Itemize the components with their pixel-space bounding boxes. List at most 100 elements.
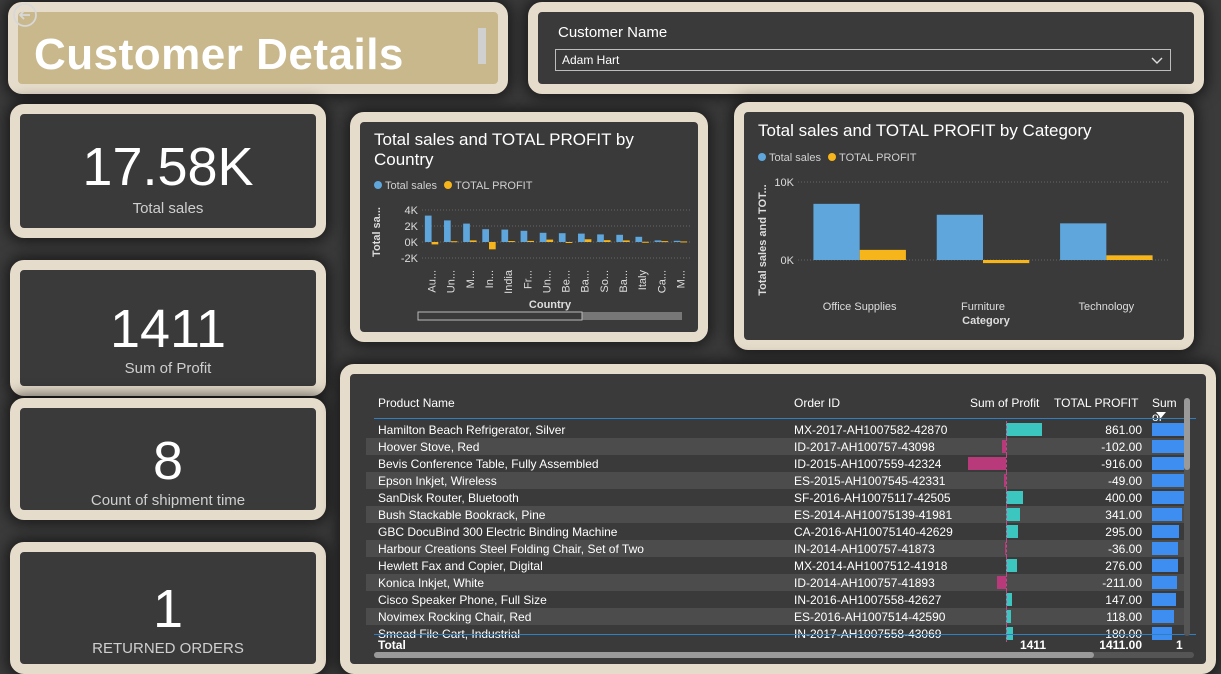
country-bar-chart[interactable]: 4K 2K 0K -2K Total sa... Au... Un... M... In... I… bbox=[360, 122, 698, 332]
x-tick-label: Technology bbox=[1079, 301, 1135, 313]
table-row[interactable]: Harbour Creations Steel Folding Chair, S… bbox=[366, 540, 1186, 557]
bar-sales bbox=[463, 223, 470, 242]
bar-profit bbox=[661, 241, 668, 243]
bar-profit bbox=[527, 240, 534, 242]
bar-sales bbox=[539, 232, 547, 242]
back-arrow-icon[interactable] bbox=[12, 2, 38, 28]
table-row[interactable]: Bevis Conference Table, Fully Assembled I… bbox=[366, 455, 1188, 472]
table-row[interactable]: Cisco Speaker Phone, Full Size IN-2016-AH… bbox=[366, 591, 1186, 608]
total-label: Total bbox=[378, 638, 406, 652]
bar-sales bbox=[520, 230, 528, 242]
profit-zero-line bbox=[1006, 472, 1007, 489]
x-tick-label: In... bbox=[484, 270, 496, 288]
cell-product-name: Konica Inkjet, White bbox=[378, 576, 485, 590]
cell-product-name: Hamilton Beach Refrigerator, Silver bbox=[378, 423, 566, 437]
cell-total-profit: 400.00 bbox=[1105, 491, 1142, 505]
bar-profit bbox=[859, 249, 906, 260]
kpi-value: 1411 bbox=[109, 299, 227, 359]
header-total-profit[interactable]: TOTAL PROFIT bbox=[1054, 396, 1138, 416]
kpi-total-sales: 17.58K Total sales bbox=[10, 104, 326, 238]
category-bar-chart[interactable]: 10K 0K Total sales and TOT... Office Suppli… bbox=[744, 112, 1184, 340]
table-row[interactable]: Hoover Stove, Red ID-2017-AH100757-43098 -… bbox=[366, 438, 1190, 455]
table-row[interactable]: Konica Inkjet, White ID-2014-AH100757-418… bbox=[366, 574, 1186, 591]
x-tick-label: Au... bbox=[427, 270, 439, 293]
x-tick-label: Ba... bbox=[580, 270, 592, 293]
scroll-thumb[interactable] bbox=[374, 652, 1094, 658]
sales-data-bar bbox=[1152, 508, 1182, 521]
bar-sales bbox=[482, 229, 489, 242]
profit-data-bar bbox=[997, 576, 1006, 589]
cell-total-profit: 276.00 bbox=[1105, 559, 1142, 573]
cell-order-id: ID-2014-AH100757-41893 bbox=[794, 576, 935, 590]
profit-zero-line bbox=[1006, 557, 1007, 574]
total-sum-of-sales: 1 bbox=[1176, 638, 1183, 652]
profit-zero-line bbox=[1006, 608, 1007, 625]
cell-product-name: Bevis Conference Table, Fully Assembled bbox=[378, 457, 599, 471]
table-row[interactable]: Hamilton Beach Refrigerator, Silver MX-20… bbox=[366, 421, 1190, 438]
category-chart-card: Total sales and TOTAL PROFIT by Category… bbox=[734, 102, 1194, 350]
header-sum-of-profit[interactable]: Sum of Profit bbox=[970, 396, 1039, 416]
product-table-card: Product Name Order ID Sum of Profit TOTA… bbox=[340, 364, 1216, 674]
cell-product-name: GBC DocuBind 300 Electric Binding Machin… bbox=[378, 525, 618, 539]
cell-total-profit: -36.00 bbox=[1107, 542, 1142, 556]
bar-sales bbox=[444, 220, 451, 242]
header-order-id[interactable]: Order ID bbox=[794, 396, 840, 416]
x-axis-label: Category bbox=[962, 315, 1011, 327]
dropdown-value: Adam Hart bbox=[562, 53, 620, 67]
profit-data-bar bbox=[1006, 491, 1023, 504]
cell-order-id: IN-2016-AH1007558-42627 bbox=[794, 593, 942, 607]
table-row[interactable]: Novimex Rocking Chair, Red ES-2016-AH1007… bbox=[366, 608, 1186, 625]
header-divider bbox=[374, 418, 1196, 419]
bar-profit bbox=[983, 260, 1030, 264]
bar-profit bbox=[584, 239, 592, 242]
cell-product-name: Novimex Rocking Chair, Red bbox=[378, 610, 532, 624]
bar-sales bbox=[654, 240, 662, 242]
kpi-value: 1 bbox=[152, 579, 184, 639]
bar-profit bbox=[642, 241, 649, 243]
profit-data-bar bbox=[1006, 508, 1021, 521]
bar-profit bbox=[431, 242, 439, 245]
scroll-thumb[interactable] bbox=[1184, 398, 1190, 470]
table-row[interactable]: GBC DocuBind 300 Electric Binding Machin… bbox=[366, 523, 1186, 540]
vertical-scrollbar[interactable] bbox=[1184, 398, 1190, 636]
slicer-label: Customer Name bbox=[558, 24, 668, 41]
y-axis-label: Total sa... bbox=[371, 207, 383, 257]
horizontal-scrollbar[interactable] bbox=[374, 652, 1194, 658]
x-tick-label: Fr... bbox=[522, 270, 534, 289]
x-tick-label: Ca... bbox=[656, 270, 668, 293]
profit-zero-line bbox=[1006, 540, 1007, 557]
kpi-label: Sum of Profit bbox=[124, 360, 212, 377]
header-product-name[interactable]: Product Name bbox=[378, 396, 455, 416]
x-tick-label: Furniture bbox=[961, 301, 1005, 313]
cell-order-id: MX-2017-AH1007582-42870 bbox=[794, 423, 948, 437]
country-chart-card: Total sales and TOTAL PROFIT by Country … bbox=[350, 112, 708, 342]
kpi-shipment-count: 8 Count of shipment time bbox=[10, 398, 326, 520]
cell-order-id: CA-2016-AH10075140-42629 bbox=[794, 525, 953, 539]
sales-data-bar bbox=[1152, 593, 1176, 606]
cell-product-name: SanDisk Router, Bluetooth bbox=[378, 491, 519, 505]
y-tick-label: 10K bbox=[774, 177, 794, 189]
bar-profit bbox=[489, 242, 496, 250]
cell-total-profit: -49.00 bbox=[1107, 474, 1142, 488]
y-tick-label: 4K bbox=[405, 205, 419, 217]
kpi-value: 8 bbox=[152, 431, 184, 491]
kpi-label: Total sales bbox=[132, 200, 204, 217]
profit-zero-line bbox=[1006, 438, 1007, 455]
profit-data-bar bbox=[968, 457, 1006, 470]
table-row[interactable]: Bush Stackable Bookrack, Pine ES-2014-AH1… bbox=[366, 506, 1186, 523]
bar-sales bbox=[813, 203, 860, 260]
table-row[interactable]: Epson Inkjet, Wireless ES-2015-AH1007545-… bbox=[366, 472, 1186, 489]
bar-profit bbox=[546, 239, 554, 242]
table-row[interactable]: Hewlett Fax and Copier, Digital MX-2014-A… bbox=[366, 557, 1186, 574]
cell-total-profit: -102.00 bbox=[1101, 440, 1142, 454]
cell-order-id: IN-2014-AH100757-41873 bbox=[794, 542, 935, 556]
profit-zero-line bbox=[1006, 574, 1007, 591]
customer-name-dropdown[interactable]: Adam Hart bbox=[555, 49, 1171, 71]
bar-sales bbox=[424, 215, 432, 242]
x-tick-label: India bbox=[503, 269, 515, 294]
cell-order-id: ID-2017-AH100757-43098 bbox=[794, 440, 935, 454]
table-row[interactable]: SanDisk Router, Bluetooth SF-2016-AH10075… bbox=[366, 489, 1186, 506]
cell-product-name: Harbour Creations Steel Folding Chair, S… bbox=[378, 542, 644, 556]
cell-order-id: MX-2014-AH1007512-41918 bbox=[794, 559, 948, 573]
cell-order-id: ES-2014-AH10075139-41981 bbox=[794, 508, 953, 522]
